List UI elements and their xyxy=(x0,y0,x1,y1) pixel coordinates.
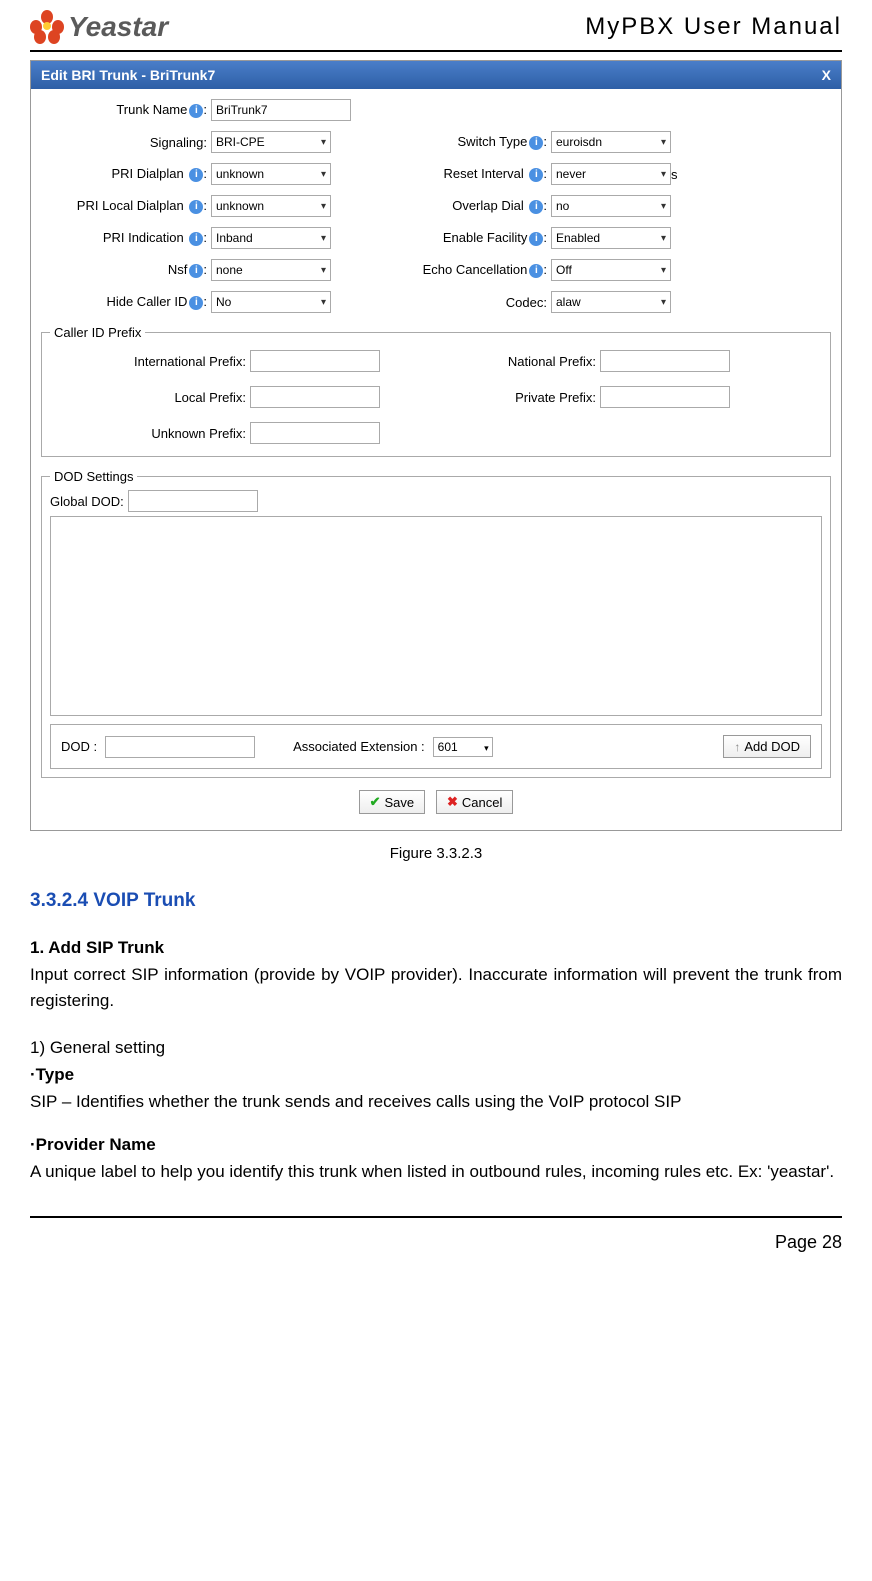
x-icon: ✖ xyxy=(447,794,458,810)
hide-caller-select[interactable]: No xyxy=(211,291,331,313)
info-icon[interactable]: i xyxy=(189,232,203,246)
save-label: Save xyxy=(385,795,415,810)
main-settings-grid: Trunk Namei: Signaling: BRI-CPE Switch T… xyxy=(41,99,831,313)
unknown-prefix-label: Unknown Prefix: xyxy=(50,426,250,441)
info-icon[interactable]: i xyxy=(189,104,203,118)
enable-facility-label: Enable Facility xyxy=(443,230,528,245)
signaling-label: Signaling: xyxy=(150,135,207,150)
nsf-label: Nsf xyxy=(168,262,188,277)
dod-label: DOD : xyxy=(61,739,97,754)
info-icon[interactable]: i xyxy=(529,232,543,246)
dod-add-row: DOD : Associated Extension : 601 ↑ Add DO… xyxy=(50,724,822,769)
global-dod-label: Global DOD: xyxy=(50,494,124,509)
info-icon[interactable]: i xyxy=(529,200,543,214)
hide-caller-label: Hide Caller ID xyxy=(106,294,187,309)
national-prefix-label: National Prefix: xyxy=(400,354,600,369)
paragraph-intro: Input correct SIP information (provide b… xyxy=(30,962,842,1015)
dod-list-area xyxy=(50,516,822,716)
switch-type-select[interactable]: euroisdn xyxy=(551,131,671,153)
add-dod-label: Add DOD xyxy=(744,739,800,754)
subheading-add-sip: 1. Add SIP Trunk xyxy=(30,938,842,958)
up-arrow-icon: ↑ xyxy=(734,740,740,754)
private-prefix-input[interactable] xyxy=(600,386,730,408)
general-setting: 1) General setting xyxy=(30,1035,842,1061)
national-prefix-input[interactable] xyxy=(600,350,730,372)
close-icon[interactable]: X xyxy=(822,67,831,83)
pri-local-dialplan-label: PRI Local Dialplan xyxy=(77,198,184,213)
overlap-dial-label: Overlap Dial xyxy=(452,198,524,213)
info-icon[interactable]: i xyxy=(529,168,543,182)
save-button[interactable]: ✔ Save xyxy=(359,790,426,814)
overlap-dial-select[interactable]: no xyxy=(551,195,671,217)
caller-id-prefix-group: Caller ID Prefix International Prefix: N… xyxy=(41,325,831,457)
provider-heading: ·Provider Name xyxy=(30,1135,842,1155)
info-icon[interactable]: i xyxy=(189,296,203,310)
echo-cancel-select[interactable]: Off xyxy=(551,259,671,281)
prefix-legend: Caller ID Prefix xyxy=(50,325,145,340)
cancel-button[interactable]: ✖ Cancel xyxy=(436,790,513,814)
brand-text: Yeastar xyxy=(68,11,168,43)
intl-prefix-label: International Prefix: xyxy=(50,354,250,369)
info-icon[interactable]: i xyxy=(529,136,543,150)
dialog-title-text: Edit BRI Trunk - BriTrunk7 xyxy=(41,67,215,83)
dod-input[interactable] xyxy=(105,736,255,758)
intl-prefix-input[interactable] xyxy=(250,350,380,372)
pri-dialplan-select[interactable]: unknown xyxy=(211,163,331,185)
reset-interval-label: Reset Interval xyxy=(444,166,524,181)
pri-dialplan-label: PRI Dialplan xyxy=(111,166,183,181)
reset-suffix: s xyxy=(671,167,683,182)
assoc-ext-select[interactable]: 601 xyxy=(433,737,493,757)
pri-local-dialplan-select[interactable]: unknown xyxy=(211,195,331,217)
type-paragraph: SIP – Identifies whether the trunk sends… xyxy=(30,1089,842,1115)
brand-logo: Yeastar xyxy=(30,10,168,44)
provider-paragraph: A unique label to help you identify this… xyxy=(30,1159,842,1185)
codec-select[interactable]: alaw xyxy=(551,291,671,313)
pri-indication-select[interactable]: Inband xyxy=(211,227,331,249)
assoc-ext-label: Associated Extension : xyxy=(293,739,425,754)
info-icon[interactable]: i xyxy=(189,200,203,214)
local-prefix-label: Local Prefix: xyxy=(50,390,250,405)
trunk-name-label: Trunk Name xyxy=(116,102,187,117)
add-dod-button[interactable]: ↑ Add DOD xyxy=(723,735,811,758)
reset-interval-select[interactable]: never xyxy=(551,163,671,185)
flower-icon xyxy=(30,10,64,44)
section-title: 3.3.2.4 VOIP Trunk xyxy=(30,890,842,912)
page-footer: Page 28 xyxy=(30,1216,842,1253)
echo-cancel-label: Echo Cancellation xyxy=(423,262,528,277)
figure-caption: Figure 3.3.2.3 xyxy=(30,845,842,862)
info-icon[interactable]: i xyxy=(189,264,203,278)
global-dod-input[interactable] xyxy=(128,490,258,512)
nsf-select[interactable]: none xyxy=(211,259,331,281)
dialog-titlebar: Edit BRI Trunk - BriTrunk7 X xyxy=(31,61,841,89)
dialog-buttons: ✔ Save ✖ Cancel xyxy=(41,778,831,824)
dod-settings-group: DOD Settings Global DOD: DOD : Associate… xyxy=(41,469,831,778)
info-icon[interactable]: i xyxy=(189,168,203,182)
enable-facility-select[interactable]: Enabled xyxy=(551,227,671,249)
unknown-prefix-input[interactable] xyxy=(250,422,380,444)
local-prefix-input[interactable] xyxy=(250,386,380,408)
codec-label: Codec: xyxy=(506,295,547,310)
page-header: Yeastar MyPBX User Manual xyxy=(30,10,842,52)
trunk-name-input[interactable] xyxy=(211,99,351,121)
check-icon: ✔ xyxy=(370,794,381,810)
private-prefix-label: Private Prefix: xyxy=(400,390,600,405)
document-title: MyPBX User Manual xyxy=(585,13,842,41)
dod-legend: DOD Settings xyxy=(50,469,137,484)
cancel-label: Cancel xyxy=(462,795,502,810)
edit-trunk-dialog: Edit BRI Trunk - BriTrunk7 X Trunk Namei… xyxy=(30,60,842,831)
type-heading: ·Type xyxy=(30,1065,842,1085)
info-icon[interactable]: i xyxy=(529,264,543,278)
switch-type-label: Switch Type xyxy=(458,134,528,149)
pri-indication-label: PRI Indication xyxy=(103,230,184,245)
signaling-select[interactable]: BRI-CPE xyxy=(211,131,331,153)
page-number: Page 28 xyxy=(775,1232,842,1252)
